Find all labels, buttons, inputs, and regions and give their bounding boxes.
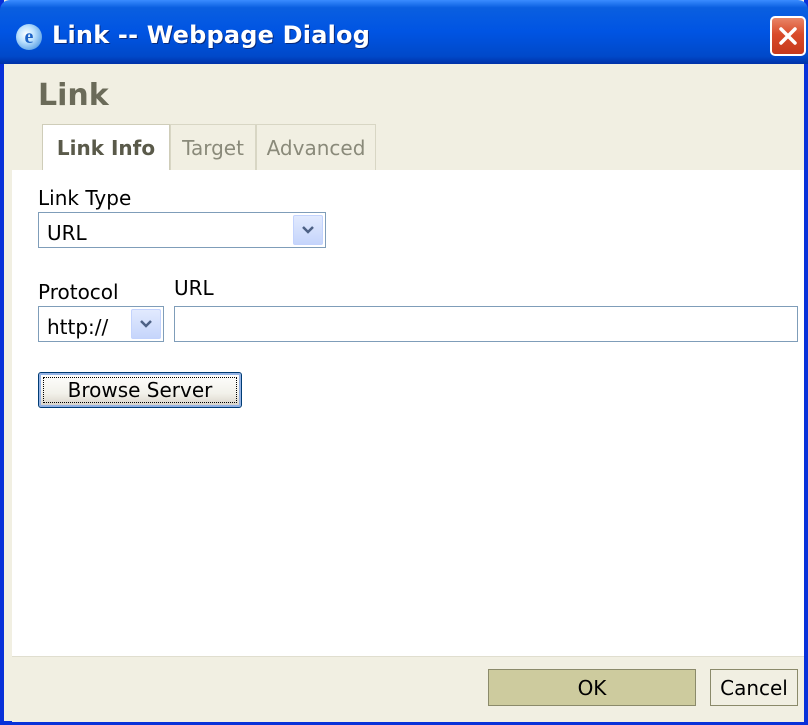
ie-icon: e — [16, 24, 42, 50]
tab-advanced[interactable]: Advanced — [256, 124, 376, 170]
close-icon — [779, 27, 797, 45]
url-label: URL — [174, 276, 214, 300]
protocol-value: http:// — [47, 315, 109, 339]
cancel-button[interactable]: Cancel — [710, 669, 798, 706]
tab-link-info[interactable]: Link Info — [42, 124, 170, 171]
link-type-value: URL — [47, 221, 87, 245]
title-bar[interactable]: e Link -- Webpage Dialog — [0, 0, 808, 64]
focus-ring — [43, 377, 237, 403]
ok-button[interactable]: OK — [488, 669, 696, 706]
url-input[interactable] — [174, 306, 798, 342]
tab-strip: Link Info Target Advanced — [12, 124, 804, 171]
window-title: Link -- Webpage Dialog — [52, 21, 371, 49]
protocol-label: Protocol — [38, 280, 119, 304]
tab-target[interactable]: Target — [170, 124, 256, 170]
link-info-panel: Link Type URL Protocol URL http:// Brows… — [12, 170, 804, 656]
browse-server-button[interactable]: Browse Server — [38, 372, 242, 408]
link-type-select[interactable]: URL — [38, 212, 326, 248]
dialog-heading: Link — [38, 78, 109, 113]
dialog-content: Link Link Info Target Advanced Link Type… — [12, 64, 804, 722]
chevron-down-icon[interactable] — [131, 309, 161, 339]
protocol-select[interactable]: http:// — [38, 306, 164, 342]
chevron-down-icon[interactable] — [293, 215, 323, 245]
link-type-label: Link Type — [38, 186, 132, 210]
dialog-window: e Link -- Webpage Dialog Link Link Info … — [0, 0, 808, 725]
dialog-footer: OK Cancel — [12, 656, 804, 722]
close-button[interactable] — [770, 16, 806, 56]
